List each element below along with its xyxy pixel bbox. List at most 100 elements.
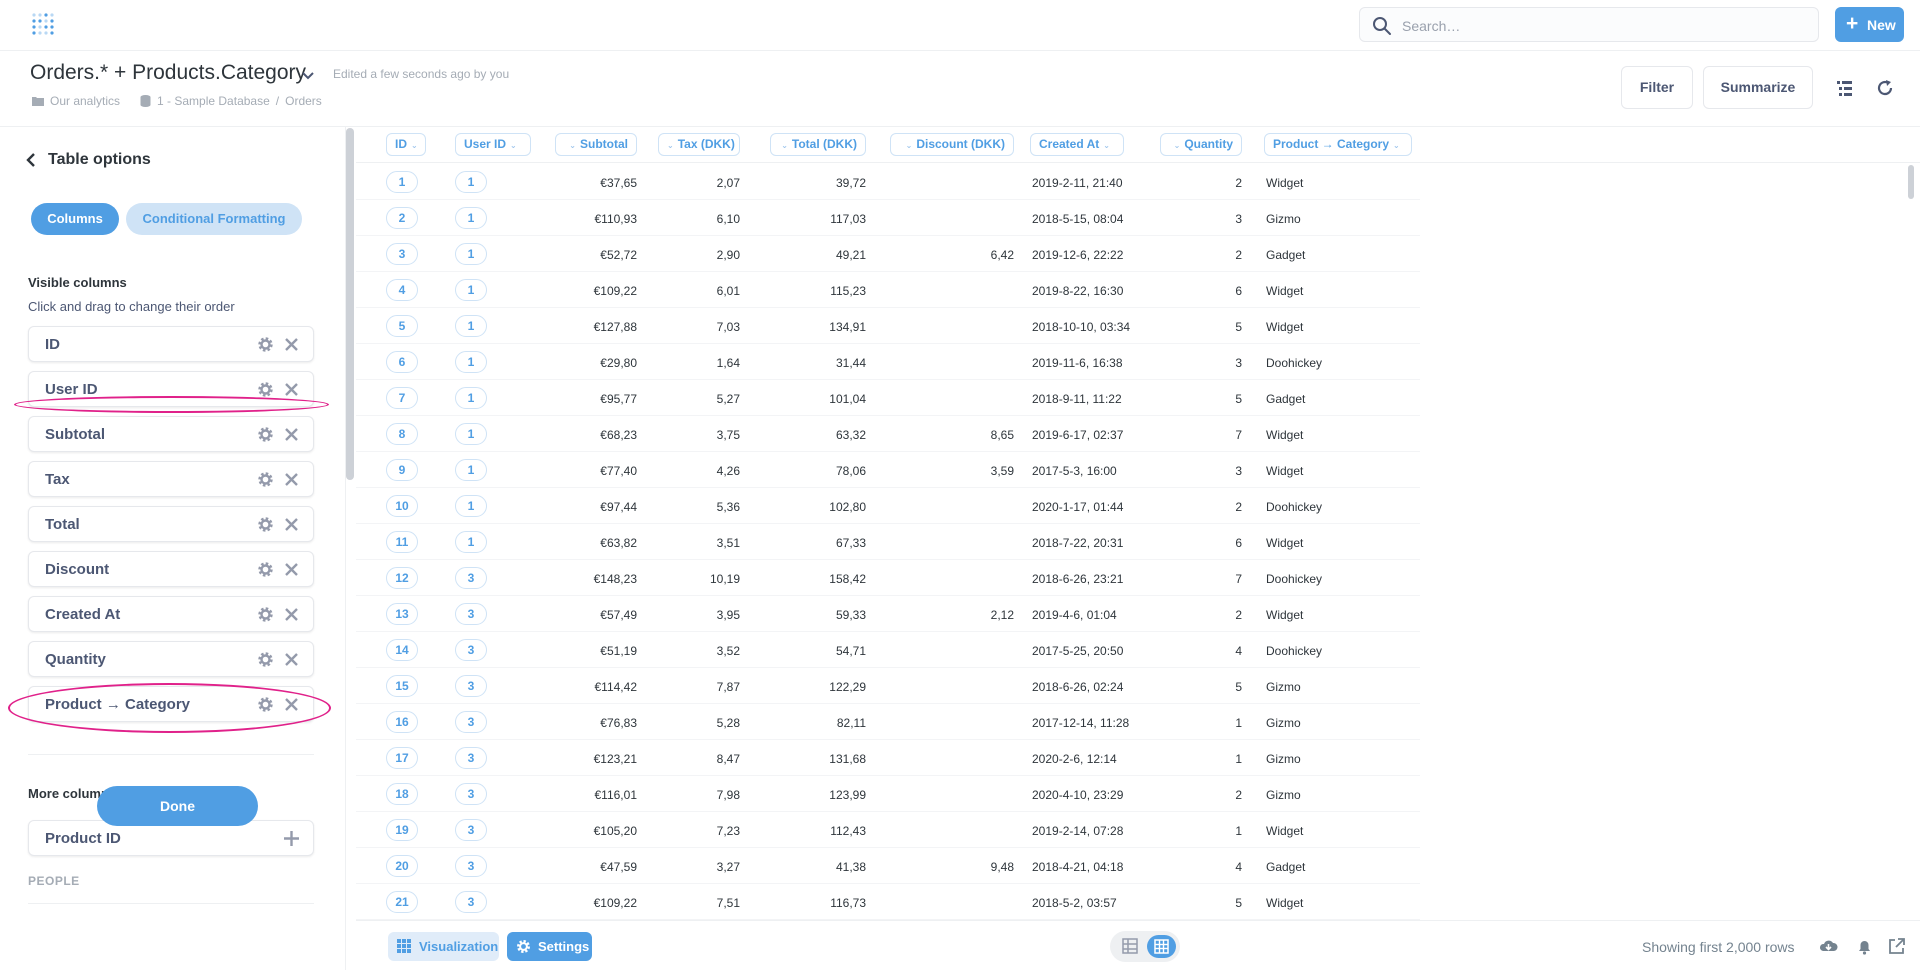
column-header-created-at[interactable]: Created At ⌄ — [1030, 133, 1124, 156]
cell-id[interactable]: 17 — [386, 747, 418, 769]
cell-id[interactable]: 1 — [386, 171, 418, 193]
cell-user-id[interactable]: 1 — [455, 459, 487, 481]
cell-user-id[interactable]: 1 — [455, 531, 487, 553]
table-options-back-button[interactable]: Table options — [26, 151, 151, 169]
cell-id[interactable]: 2 — [386, 207, 418, 229]
cell-user-id[interactable]: 1 — [455, 279, 487, 301]
column-header-discount[interactable]: ⌄ Discount (DKK) — [890, 133, 1014, 156]
grid-view-toggle[interactable] — [1147, 935, 1176, 958]
close-icon[interactable] — [284, 472, 299, 487]
cell-id[interactable]: 8 — [386, 423, 418, 445]
sidebar-scrollbar[interactable] — [346, 128, 354, 480]
cell-user-id[interactable]: 3 — [455, 819, 487, 841]
cell-user-id[interactable]: 3 — [455, 747, 487, 769]
cell-user-id[interactable]: 1 — [455, 387, 487, 409]
gear-icon[interactable] — [257, 651, 274, 668]
cell-id[interactable]: 6 — [386, 351, 418, 373]
view-toggle[interactable] — [1110, 931, 1180, 962]
breadcrumb-database[interactable]: 1 - Sample Database — [157, 94, 270, 108]
notebook-editor-icon[interactable] — [1836, 79, 1854, 97]
last-edited-info[interactable]: Edited a few seconds ago by you — [333, 67, 509, 81]
cell-user-id[interactable]: 3 — [455, 603, 487, 625]
cell-id[interactable]: 19 — [386, 819, 418, 841]
cell-id[interactable]: 21 — [386, 891, 418, 913]
settings-button[interactable]: Settings — [507, 932, 592, 961]
gear-icon[interactable] — [257, 381, 274, 398]
gear-icon[interactable] — [257, 606, 274, 623]
close-icon[interactable] — [284, 427, 299, 442]
visible-column-item[interactable]: ID — [28, 326, 314, 362]
table-view-icon[interactable] — [1122, 938, 1138, 954]
table-scrollbar[interactable] — [1908, 165, 1914, 199]
visible-column-item[interactable]: Tax — [28, 461, 314, 497]
tab-columns[interactable]: Columns — [31, 203, 119, 235]
cell-user-id[interactable]: 1 — [455, 351, 487, 373]
visualization-button[interactable]: Visualization — [388, 932, 499, 961]
cell-id[interactable]: 14 — [386, 639, 418, 661]
tab-conditional-formatting[interactable]: Conditional Formatting — [126, 203, 302, 235]
cell-id[interactable]: 11 — [386, 531, 418, 553]
cell-id[interactable]: 15 — [386, 675, 418, 697]
visible-column-item[interactable]: Discount — [28, 551, 314, 587]
visible-column-item[interactable]: Created At — [28, 596, 314, 632]
visible-column-item[interactable]: Total — [28, 506, 314, 542]
download-icon[interactable] — [1819, 937, 1838, 956]
summarize-button[interactable]: Summarize — [1703, 66, 1813, 109]
cell-id[interactable]: 20 — [386, 855, 418, 877]
column-header-id[interactable]: ID ⌄ — [386, 133, 426, 156]
refresh-icon[interactable] — [1876, 79, 1894, 97]
external-link-icon[interactable] — [1887, 937, 1906, 956]
cell-user-id[interactable]: 1 — [455, 243, 487, 265]
cell-id[interactable]: 4 — [386, 279, 418, 301]
close-icon[interactable] — [284, 517, 299, 532]
column-header-product-category[interactable]: Product → Category ⌄ — [1264, 133, 1412, 156]
gear-icon[interactable] — [257, 516, 274, 533]
gear-icon[interactable] — [257, 336, 274, 353]
cell-user-id[interactable]: 3 — [455, 783, 487, 805]
filter-button[interactable]: Filter — [1621, 66, 1693, 109]
cell-id[interactable]: 3 — [386, 243, 418, 265]
question-title[interactable]: Orders.* + Products.Category — [30, 61, 306, 85]
cell-id[interactable]: 16 — [386, 711, 418, 733]
breadcrumb-collection[interactable]: Our analytics — [50, 94, 120, 108]
column-header-subtotal[interactable]: ⌄ Subtotal — [555, 133, 637, 156]
close-icon[interactable] — [284, 337, 299, 352]
column-header-user-id[interactable]: User ID ⌄ — [455, 133, 531, 156]
cell-user-id[interactable]: 1 — [455, 315, 487, 337]
chevron-down-icon[interactable] — [300, 68, 316, 84]
close-icon[interactable] — [284, 652, 299, 667]
column-header-tax[interactable]: ⌄ Tax (DKK) — [658, 133, 740, 156]
cell-id[interactable]: 12 — [386, 567, 418, 589]
new-button[interactable]: + New — [1835, 7, 1904, 42]
gear-icon[interactable] — [257, 471, 274, 488]
gear-icon[interactable] — [257, 561, 274, 578]
cell-id[interactable]: 13 — [386, 603, 418, 625]
add-icon[interactable] — [283, 830, 300, 847]
close-icon[interactable] — [284, 562, 299, 577]
cell-id[interactable]: 7 — [386, 387, 418, 409]
cell-user-id[interactable]: 3 — [455, 855, 487, 877]
visible-column-item[interactable]: Subtotal — [28, 416, 314, 452]
done-button[interactable]: Done — [97, 786, 258, 826]
close-icon[interactable] — [284, 382, 299, 397]
bell-icon[interactable] — [1855, 937, 1874, 956]
visible-column-item[interactable]: Quantity — [28, 641, 314, 677]
cell-id[interactable]: 9 — [386, 459, 418, 481]
search-input[interactable]: Search… — [1402, 18, 1460, 34]
cell-id[interactable]: 10 — [386, 495, 418, 517]
cell-user-id[interactable]: 1 — [455, 171, 487, 193]
close-icon[interactable] — [284, 607, 299, 622]
column-header-total[interactable]: ⌄ Total (DKK) — [770, 133, 866, 156]
cell-user-id[interactable]: 3 — [455, 675, 487, 697]
cell-user-id[interactable]: 1 — [455, 495, 487, 517]
cell-id[interactable]: 18 — [386, 783, 418, 805]
cell-user-id[interactable]: 1 — [455, 207, 487, 229]
cell-user-id[interactable]: 3 — [455, 891, 487, 913]
column-header-quantity[interactable]: ⌄ Quantity — [1160, 133, 1242, 156]
metabase-logo-icon[interactable] — [31, 12, 55, 38]
gear-icon[interactable] — [257, 426, 274, 443]
cell-user-id[interactable]: 3 — [455, 639, 487, 661]
cell-user-id[interactable]: 3 — [455, 711, 487, 733]
breadcrumb-table[interactable]: Orders — [285, 94, 322, 108]
cell-user-id[interactable]: 3 — [455, 567, 487, 589]
